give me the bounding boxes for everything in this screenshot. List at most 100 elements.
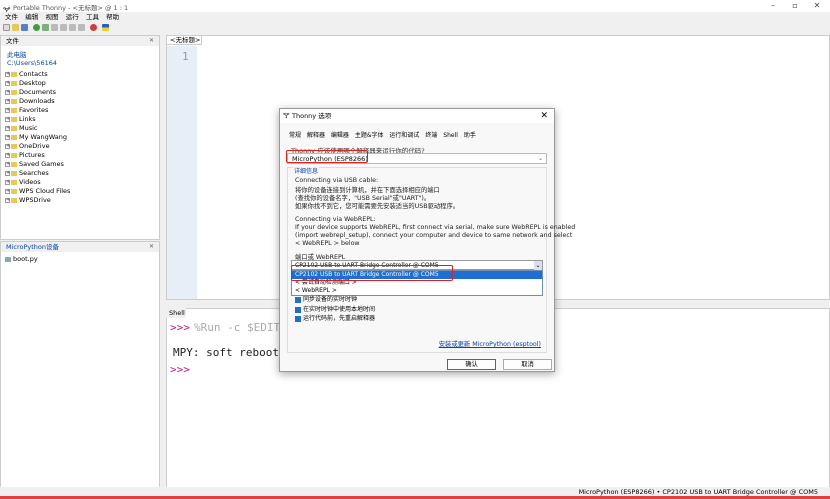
folder-icon xyxy=(11,71,17,77)
webrepl-heading: Connecting via WebREPL: xyxy=(295,216,376,223)
close-window-button[interactable]: ✕ xyxy=(806,0,828,12)
tree-item[interactable]: + Favorites xyxy=(1,106,159,115)
editor-tab[interactable]: <无标题> xyxy=(166,35,202,45)
debug-icon[interactable] xyxy=(42,24,49,31)
menu-edit[interactable]: 编辑 xyxy=(25,12,38,22)
folder-icon xyxy=(11,125,17,131)
files-panel-header: 文件 ✕ xyxy=(1,36,159,46)
tree-item[interactable]: + Saved Games xyxy=(1,160,159,169)
thonny-logo-icon: 🝖 xyxy=(283,112,290,120)
tree-item[interactable]: + Downloads xyxy=(1,97,159,106)
location-path[interactable]: C:\Users\56164 xyxy=(1,59,159,67)
folder-icon xyxy=(11,179,17,185)
shell-command: %Run -c $EDITO xyxy=(194,321,287,334)
menu-tools[interactable]: 工具 xyxy=(86,12,99,22)
folder-icon xyxy=(11,143,17,149)
line-number: 1 xyxy=(182,50,189,63)
new-file-icon[interactable] xyxy=(3,24,10,31)
webrepl-instruction: (import webrepl_setup), connect your com… xyxy=(295,232,573,239)
folder-icon xyxy=(11,89,17,95)
tab-general[interactable]: 常规 xyxy=(289,132,301,139)
menu-bar: 文件 编辑 视图 运行 工具 帮助 xyxy=(0,12,830,22)
run-icon[interactable] xyxy=(33,24,40,31)
tree-item[interactable]: + Searches xyxy=(1,169,159,178)
shell-output: MPY: soft reboot xyxy=(173,346,279,359)
shell-tab[interactable]: Shell xyxy=(166,308,186,318)
dialog-title: Thonny 选项 xyxy=(292,112,332,120)
tab-theme-font[interactable]: 主题&字体 xyxy=(355,132,384,139)
dialog-close-button[interactable]: ✕ xyxy=(540,109,548,123)
checkbox-checked-icon xyxy=(295,296,301,303)
webrepl-instruction: < WebREPL > below xyxy=(295,240,360,247)
checkbox-restart-interpreter[interactable]: 运行代码前，先重启解释器 xyxy=(295,313,375,322)
usb-heading: Connecting via USB cable: xyxy=(295,177,379,184)
folder-icon xyxy=(11,188,17,194)
ok-button[interactable]: 确认 xyxy=(447,359,496,370)
close-icon[interactable]: ✕ xyxy=(149,242,154,252)
details-label: 详细信息 xyxy=(293,166,320,175)
tree-item[interactable]: + WPSDrive xyxy=(1,196,159,205)
checkbox-checked-icon xyxy=(295,315,301,322)
tree-item[interactable]: + Desktop xyxy=(1,79,159,88)
dialog-title-bar: 🝖 Thonny 选项 ✕ xyxy=(280,109,554,123)
tree-item[interactable]: + Pictures xyxy=(1,151,159,160)
chevron-down-icon: ⌄ xyxy=(537,155,543,162)
device-files-panel: MicroPython设备 ✕ boot.py xyxy=(0,241,160,491)
cancel-button[interactable]: 取消 xyxy=(503,359,552,370)
tab-terminal[interactable]: 终端 xyxy=(425,132,437,139)
tree-item[interactable]: + Videos xyxy=(1,178,159,187)
folder-icon xyxy=(11,98,17,104)
menu-help[interactable]: 帮助 xyxy=(106,12,119,22)
tree-item[interactable]: + Music xyxy=(1,124,159,133)
folder-icon xyxy=(11,170,17,176)
folder-icon xyxy=(11,80,17,86)
checkbox-checked-icon xyxy=(295,306,301,313)
device-panel-header: MicroPython设备 ✕ xyxy=(1,242,159,252)
tab-assistant[interactable]: 助手 xyxy=(464,132,476,139)
folder-icon xyxy=(11,134,17,140)
tab-run-debug[interactable]: 运行和调试 xyxy=(389,132,419,139)
menu-file[interactable]: 文件 xyxy=(5,12,18,22)
checkbox-sync-clock[interactable]: 同步设备的实时时钟 xyxy=(295,294,357,303)
options-dialog: 🝖 Thonny 选项 ✕ 常规 解释器 编辑器 主题&字体 运行和调试 终端 … xyxy=(279,108,575,372)
shell-prompt: >>> xyxy=(170,363,190,376)
tab-interpreter[interactable]: 解释器 xyxy=(307,132,325,139)
dialog-tabs: 常规 解释器 编辑器 主题&字体 运行和调试 终端 Shell 助手 xyxy=(289,130,480,139)
file-icon xyxy=(5,256,11,262)
file-tree: + Contacts + Desktop + Documents + Downloads… xyxy=(1,70,159,205)
support-ukraine-icon[interactable] xyxy=(102,24,109,31)
open-file-icon[interactable] xyxy=(12,24,19,31)
tree-item[interactable]: + Contacts xyxy=(1,70,159,79)
location-computer[interactable]: 此电脑 xyxy=(1,49,159,59)
tree-item[interactable]: + Documents xyxy=(1,88,159,97)
tab-editor[interactable]: 编辑器 xyxy=(331,132,349,139)
usb-instruction: 如果你找不到它，您可能需要先安装适当的USB驱动程序。 xyxy=(295,203,460,210)
tree-item[interactable]: + Links xyxy=(1,115,159,124)
install-micropython-link[interactable]: 安装或更新 MicroPython (esptool) xyxy=(439,339,541,348)
stop-icon[interactable] xyxy=(90,24,97,31)
save-icon[interactable] xyxy=(21,24,28,31)
folder-icon xyxy=(11,107,17,113)
highlight-box xyxy=(286,150,368,163)
step-out-icon[interactable] xyxy=(69,24,76,31)
device-file-item[interactable]: boot.py xyxy=(1,255,159,264)
folder-icon xyxy=(11,161,17,167)
folder-icon xyxy=(11,152,17,158)
tree-item[interactable]: + WPS Cloud Files xyxy=(1,187,159,196)
resume-icon[interactable] xyxy=(78,24,85,31)
menu-run[interactable]: 运行 xyxy=(66,12,79,22)
highlight-box xyxy=(291,265,453,281)
maximize-button[interactable]: ▫ xyxy=(784,0,806,12)
menu-view[interactable]: 视图 xyxy=(45,12,58,22)
tree-item[interactable]: + My WangWang xyxy=(1,133,159,142)
folder-icon xyxy=(11,197,17,203)
checkbox-local-time[interactable]: 在实时时钟中使用本地时间 xyxy=(295,304,375,313)
toolbar xyxy=(0,22,830,34)
tab-shell[interactable]: Shell xyxy=(443,132,458,139)
tree-item[interactable]: + OneDrive xyxy=(1,142,159,151)
files-panel: 文件 ✕ 此电脑 C:\Users\56164 + Contacts + Deskto… xyxy=(0,35,160,240)
step-over-icon[interactable] xyxy=(51,24,58,31)
close-icon[interactable]: ✕ xyxy=(149,36,154,46)
step-into-icon[interactable] xyxy=(60,24,67,31)
minimize-button[interactable]: – xyxy=(762,0,784,12)
